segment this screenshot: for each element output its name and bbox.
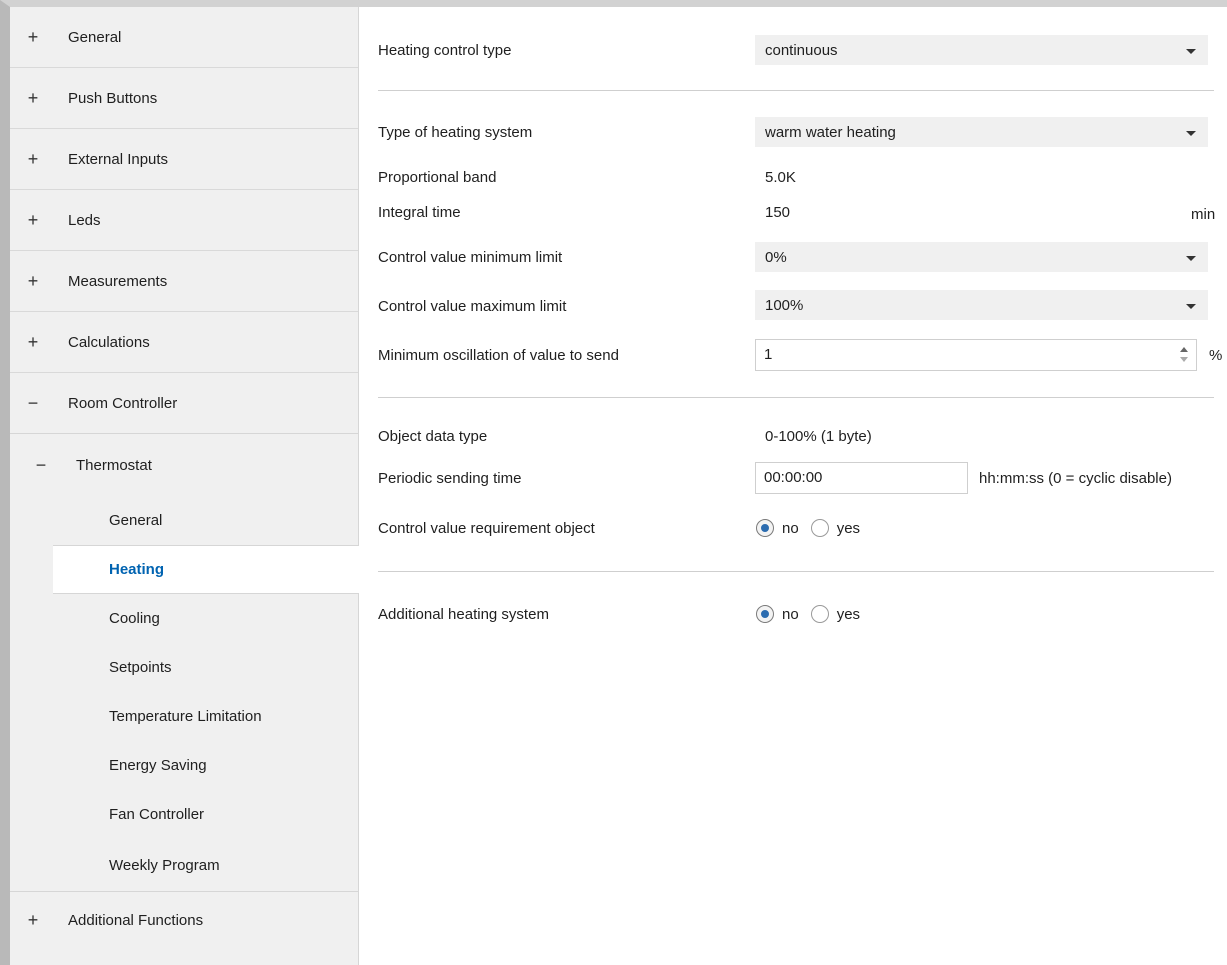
additional-heating-label: Additional heating system: [378, 606, 549, 623]
sidebar-item-general[interactable]: + General: [10, 7, 358, 68]
expand-icon[interactable]: +: [26, 272, 40, 290]
divider: [378, 90, 1214, 91]
sidebar-item-label: Room Controller: [68, 394, 178, 412]
sidebar-item-fan-controller[interactable]: Fan Controller: [10, 790, 358, 839]
spin-down-icon[interactable]: [1180, 357, 1188, 362]
window-frame: + General + Push Buttons + External Inpu…: [0, 0, 1227, 965]
radio-yes[interactable]: [810, 519, 829, 537]
sidebar-item-additional-functions[interactable]: + Additional Functions: [10, 892, 358, 948]
additional-heating-radio-group: no yes: [756, 605, 872, 623]
integral-time-value: 150: [765, 204, 791, 221]
heating-control-type-label: Heating control type: [378, 42, 512, 59]
sidebar-item-leds[interactable]: + Leds: [10, 190, 358, 251]
sidebar-item-setpoints[interactable]: Setpoints: [10, 643, 358, 692]
sidebar-item-label: Energy Saving: [109, 757, 207, 774]
type-of-heating-system-label: Type of heating system: [378, 124, 533, 141]
radio-no[interactable]: [756, 519, 774, 537]
sidebar-item-heating[interactable]: Heating: [53, 545, 359, 594]
radio-yes-label[interactable]: yes: [837, 606, 860, 623]
sidebar-item-cooling[interactable]: Cooling: [10, 594, 358, 643]
min-limit-select[interactable]: 0%: [755, 242, 1208, 272]
object-data-type-value: 0-100% (1 byte): [765, 428, 872, 445]
radio-no-label[interactable]: no: [782, 606, 799, 623]
periodic-sending-input-box[interactable]: [755, 462, 968, 494]
chevron-down-icon: [1186, 304, 1196, 309]
sidebar-item-temperature-limitation[interactable]: Temperature Limitation: [10, 692, 358, 741]
proportional-band-label: Proportional band: [378, 169, 497, 186]
max-limit-label: Control value maximum limit: [378, 298, 567, 315]
expand-icon[interactable]: +: [26, 333, 40, 351]
parameter-panel: Heating control type continuous Type of …: [358, 7, 1227, 965]
select-value: 0%: [765, 249, 787, 266]
max-limit-select[interactable]: 100%: [755, 290, 1208, 320]
spinner-icon[interactable]: [1180, 345, 1188, 365]
expand-icon[interactable]: +: [26, 911, 40, 929]
radio-yes-label[interactable]: yes: [837, 520, 860, 537]
sidebar-item-label: Measurements: [68, 272, 168, 290]
sidebar-item-label: Push Buttons: [68, 89, 158, 107]
sidebar-nav: + General + Push Buttons + External Inpu…: [10, 7, 359, 965]
expand-icon[interactable]: +: [26, 28, 40, 46]
sidebar-item-measurements[interactable]: + Measurements: [10, 251, 358, 312]
radio-no[interactable]: [756, 605, 774, 623]
sidebar-item-calculations[interactable]: + Calculations: [10, 312, 358, 373]
min-oscillation-stepper[interactable]: [755, 339, 1197, 371]
sidebar-item-thermostat-general[interactable]: General: [10, 496, 358, 545]
sidebar-item-label: Cooling: [109, 610, 160, 627]
proportional-band-value: 5.0K: [765, 169, 796, 186]
sidebar-item-push-buttons[interactable]: + Push Buttons: [10, 68, 358, 129]
periodic-sending-label: Periodic sending time: [378, 470, 522, 487]
object-data-type-label: Object data type: [378, 428, 488, 445]
sidebar-item-label: Leds: [68, 211, 101, 229]
min-oscillation-input[interactable]: [764, 346, 1116, 363]
periodic-sending-hint: hh:mm:ss (0 = cyclic disable): [979, 470, 1172, 487]
min-oscillation-unit: %: [1209, 347, 1223, 364]
expand-icon[interactable]: +: [26, 211, 40, 229]
integral-time-unit: min: [1191, 206, 1216, 223]
requirement-object-label: Control value requirement object: [378, 520, 595, 537]
divider: [378, 397, 1214, 398]
min-oscillation-label: Minimum oscillation of value to send: [378, 347, 619, 364]
sidebar-item-label: Thermostat: [76, 456, 152, 474]
sidebar-item-energy-saving[interactable]: Energy Saving: [10, 741, 358, 790]
chevron-down-icon: [1186, 131, 1196, 136]
sidebar-item-label: Heating: [109, 561, 165, 578]
sidebar-item-room-controller[interactable]: − Room Controller: [10, 373, 358, 433]
sidebar-item-weekly-program[interactable]: Weekly Program: [10, 839, 358, 891]
expand-icon[interactable]: +: [26, 89, 40, 107]
spin-up-icon[interactable]: [1180, 347, 1188, 352]
sidebar-item-label: Additional Functions: [68, 911, 204, 929]
min-limit-label: Control value minimum limit: [378, 249, 563, 266]
heating-control-type-select[interactable]: continuous: [755, 35, 1208, 65]
collapse-icon[interactable]: −: [26, 394, 40, 412]
sidebar-item-external-inputs[interactable]: + External Inputs: [10, 129, 358, 190]
periodic-sending-input[interactable]: [764, 469, 933, 486]
sidebar-item-thermostat[interactable]: − Thermostat: [10, 434, 358, 496]
expand-icon[interactable]: +: [26, 150, 40, 168]
sidebar-item-label: Weekly Program: [109, 856, 220, 874]
sidebar-item-label: Setpoints: [109, 659, 172, 676]
select-value: 100%: [765, 297, 804, 314]
chevron-down-icon: [1186, 49, 1196, 54]
sidebar-item-label: Temperature Limitation: [109, 708, 262, 725]
type-of-heating-system-select[interactable]: warm water heating: [755, 117, 1208, 147]
radio-no-label[interactable]: no: [782, 520, 799, 537]
sidebar-item-label: External Inputs: [68, 150, 169, 168]
chevron-down-icon: [1186, 256, 1196, 261]
sidebar-item-label: Calculations: [68, 333, 150, 351]
radio-yes[interactable]: [810, 605, 829, 623]
divider: [378, 571, 1214, 572]
collapse-icon[interactable]: −: [34, 456, 48, 474]
integral-time-label: Integral time: [378, 204, 461, 221]
requirement-object-radio-group: no yes: [756, 519, 872, 537]
sidebar-item-label: General: [109, 512, 163, 529]
sidebar-item-label: Fan Controller: [109, 806, 205, 823]
sidebar-item-label: General: [68, 28, 122, 46]
select-value: continuous: [765, 42, 838, 59]
select-value: warm water heating: [765, 124, 896, 141]
